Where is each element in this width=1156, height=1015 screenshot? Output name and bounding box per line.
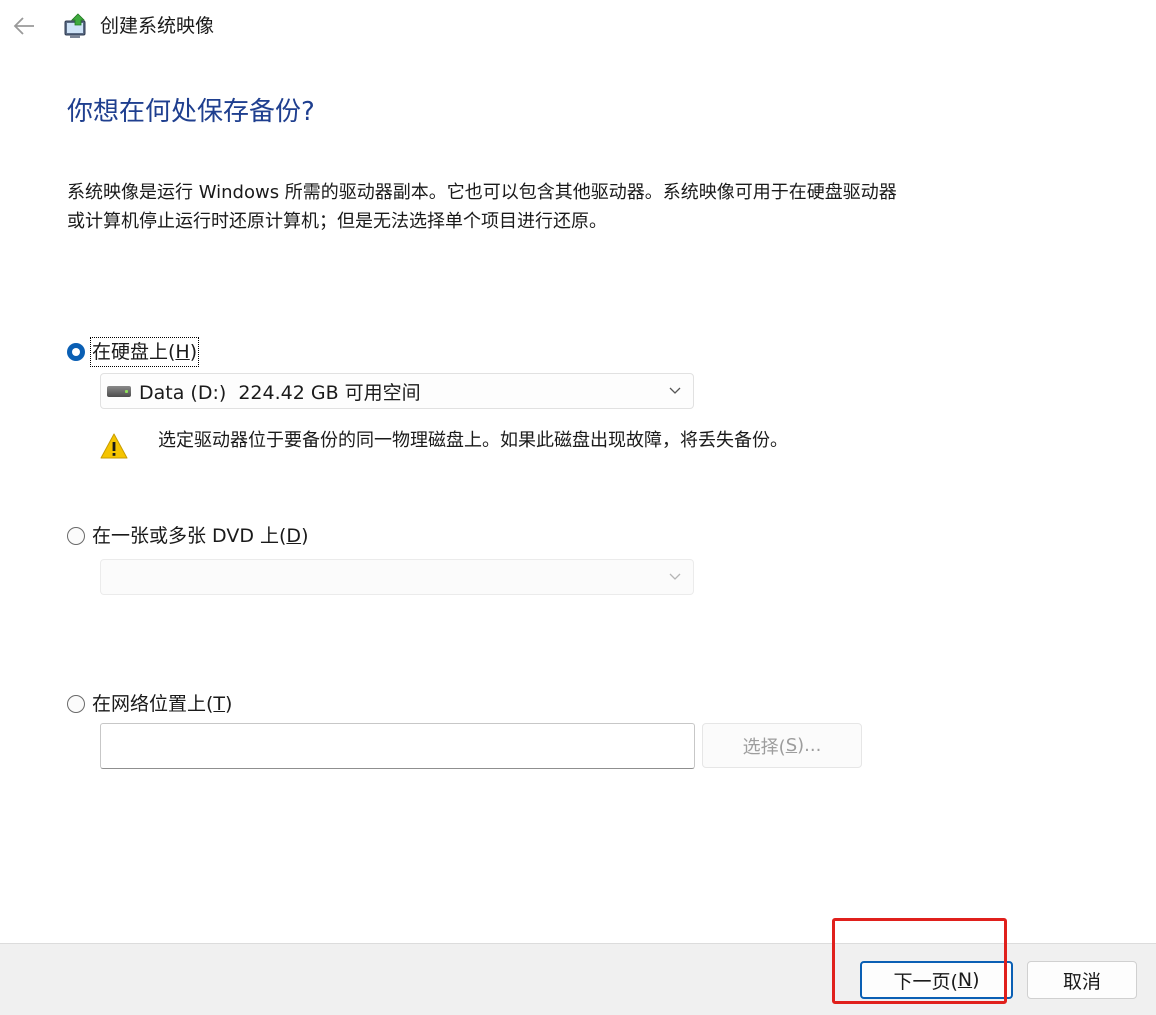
hard-disk-drive-select[interactable]: Data (D:) 224.42 GB 可用空间 <box>100 373 694 409</box>
browse-button[interactable]: 选择(S)... <box>702 723 862 768</box>
radio-button-unchecked[interactable] <box>67 695 85 713</box>
next-button[interactable]: 下一页(N) <box>860 961 1013 999</box>
next-suffix: ) <box>972 969 980 991</box>
description-line-1: 系统映像是运行 Windows 所需的驱动器副本。它也可以包含其他驱动器。系统映… <box>67 182 897 203</box>
radio-dvd-label: 在一张或多张 DVD 上(D) <box>92 525 309 547</box>
chevron-down-icon <box>669 573 681 580</box>
radio-hard-disk-label: 在硬盘上(H) <box>89 337 200 367</box>
browse-label: 选择( <box>742 736 786 758</box>
page-title: 你想在何处保存备份? <box>67 97 315 127</box>
system-image-backup-icon <box>64 13 86 38</box>
radio-button-checked[interactable] <box>67 343 85 361</box>
arrow-left-icon <box>13 17 34 35</box>
radio-network[interactable]: 在网络位置上(T) <box>67 691 232 717</box>
network-location-input[interactable] <box>100 723 695 769</box>
cancel-button[interactable]: 取消 <box>1027 961 1137 999</box>
next-accel: N <box>957 969 973 991</box>
dvd-drive-select[interactable] <box>100 559 694 595</box>
window-title: 创建系统映像 <box>100 15 215 37</box>
chevron-down-icon <box>669 387 681 394</box>
browse-suffix: )... <box>797 735 822 756</box>
warning-triangle-icon <box>100 433 128 459</box>
back-button[interactable] <box>10 12 38 40</box>
browse-accel: S <box>785 735 798 756</box>
page-description: 系统映像是运行 Windows 所需的驱动器副本。它也可以包含其他驱动器。系统映… <box>67 178 1057 236</box>
radio-network-label: 在网络位置上(T) <box>92 693 233 715</box>
hard-drive-icon <box>107 385 131 397</box>
radio-hard-disk[interactable]: 在硬盘上(H) <box>67 337 200 367</box>
radio-dvd[interactable]: 在一张或多张 DVD 上(D) <box>67 523 308 549</box>
next-label: 下一页( <box>893 970 958 993</box>
radio-button-unchecked[interactable] <box>67 527 85 545</box>
same-disk-warning: 选定驱动器位于要备份的同一物理磁盘上。如果此磁盘出现故障，将丢失备份。 <box>158 430 788 451</box>
description-line-2: 或计算机停止运行时还原计算机；但是无法选择单个项目进行还原。 <box>67 211 607 232</box>
selected-drive-value: Data (D:) 224.42 GB 可用空间 <box>139 381 421 404</box>
